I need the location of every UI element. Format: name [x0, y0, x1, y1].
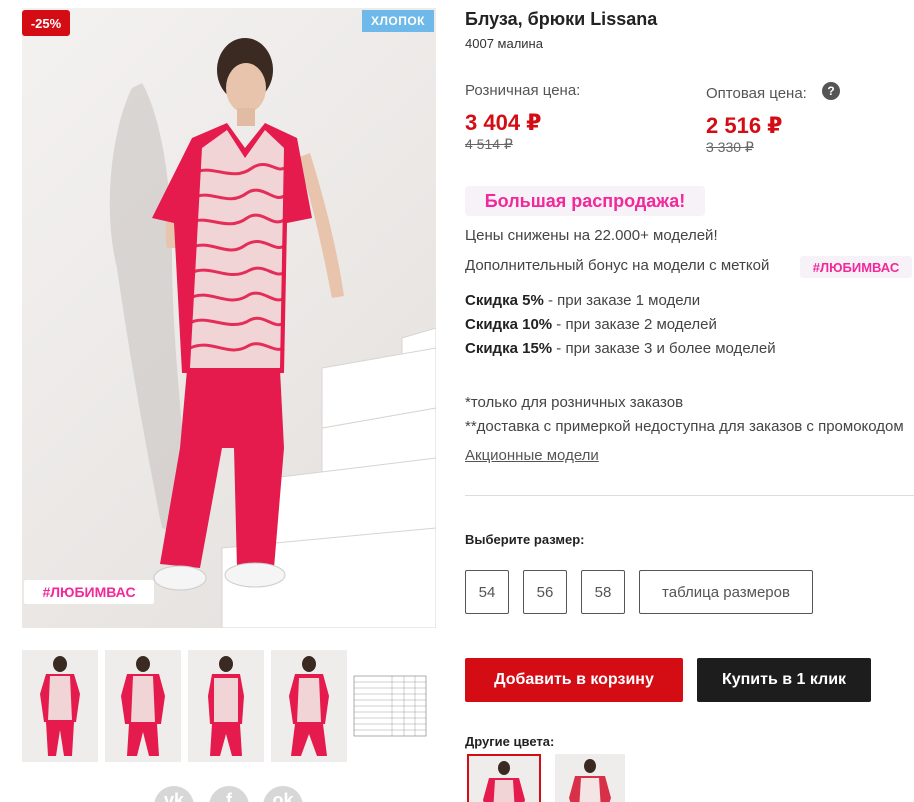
retail-price: 3 404 ₽	[465, 110, 542, 135]
color-swatch-alt[interactable]	[555, 754, 625, 802]
size-label: Выберите размер:	[465, 532, 585, 547]
thumbnail-strip	[22, 650, 432, 762]
thumbnail-size-chart[interactable]	[352, 650, 428, 762]
discount-text-3: - при заказе 3 и более моделей	[552, 340, 776, 357]
add-to-cart-button[interactable]: Добавить в корзину	[465, 658, 683, 702]
material-badge: ХЛОПОК	[362, 10, 434, 32]
discount-line-1: Скидка 5% - при заказе 1 модели	[465, 292, 700, 309]
promo-models-link[interactable]: Акционные модели	[465, 447, 599, 464]
wholesale-price-label: Оптовая цена:	[706, 85, 807, 102]
discount-badge: -25%	[22, 10, 70, 36]
buy-one-click-button[interactable]: Купить в 1 клик	[697, 658, 871, 702]
size-option-56[interactable]: 56	[523, 570, 567, 614]
size-table-button[interactable]: таблица размеров	[639, 570, 813, 614]
section-divider	[465, 495, 914, 496]
sale-banner: Большая распродажа!	[465, 186, 705, 216]
promo-hashtag: #ЛЮБИМВАС	[800, 256, 912, 278]
note-delivery: **доставка с примеркой недоступна для за…	[465, 418, 904, 435]
discount-label-2: Скидка 10%	[465, 316, 553, 333]
size-option-58[interactable]: 58	[581, 570, 625, 614]
main-product-photo[interactable]	[22, 8, 436, 628]
other-colors-label: Другие цвета:	[465, 734, 555, 749]
size-option-54[interactable]: 54	[465, 570, 509, 614]
discount-line-2: Скидка 10% - при заказе 2 моделей	[465, 316, 717, 333]
thumbnail-2[interactable]	[105, 650, 181, 762]
sale-banner-text: Большая распродажа!	[484, 190, 686, 211]
hashtag-badge: #ЛЮБИМВАС	[24, 580, 154, 604]
discount-label-1: Скидка 5%	[465, 292, 544, 309]
retail-price-label: Розничная цена:	[465, 82, 581, 99]
retail-old-price: 4 514 ₽	[465, 136, 513, 152]
thumbnail-3[interactable]	[188, 650, 264, 762]
promo-line-prices: Цены снижены на 22.000+ моделей!	[465, 227, 718, 244]
note-retail-only: *только для розничных заказов	[465, 394, 684, 411]
product-article: 4007 малина	[465, 36, 543, 51]
wholesale-price: 2 516 ₽	[706, 113, 783, 138]
discount-label-3: Скидка 15%	[465, 340, 553, 357]
discount-line-3: Скидка 15% - при заказе 3 и более моделе…	[465, 340, 776, 357]
discount-text-1: - при заказе 1 модели	[543, 292, 701, 309]
odnoklassniki-icon[interactable]: ok	[263, 786, 303, 802]
color-swatch-raspberry[interactable]	[467, 754, 541, 802]
thumbnail-1[interactable]	[22, 650, 98, 762]
wholesale-old-price: 3 330 ₽	[706, 139, 754, 155]
facebook-icon[interactable]: f	[209, 786, 249, 802]
question-circle-icon[interactable]: ?	[822, 82, 840, 100]
vk-icon[interactable]: vk	[154, 786, 194, 802]
discount-text-2: - при заказе 2 моделей	[552, 316, 717, 333]
product-title: Блуза, брюки Lissana	[465, 9, 658, 29]
thumbnail-4[interactable]	[271, 650, 347, 762]
promo-line-bonus: Дополнительный бонус на модели с меткой	[465, 257, 770, 274]
